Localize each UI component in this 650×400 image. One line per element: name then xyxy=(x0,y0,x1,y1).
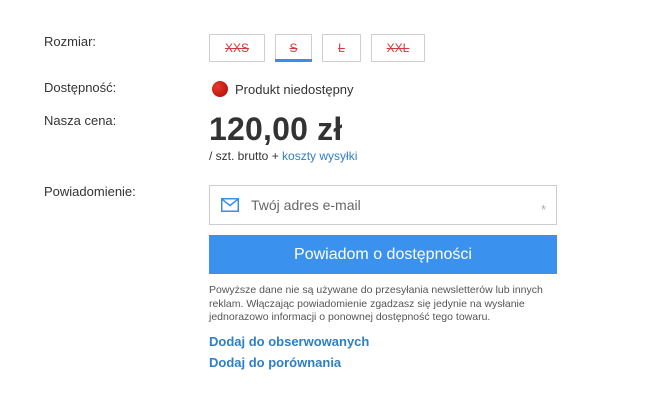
availability-status: Produkt niedostępny xyxy=(212,81,354,97)
notification-label: Powiadomienie: xyxy=(44,184,136,199)
size-option-xxs[interactable]: XXS xyxy=(209,34,265,62)
add-to-compare-link[interactable]: Dodaj do porównania xyxy=(209,355,341,370)
size-option-l[interactable]: L xyxy=(322,34,361,62)
envelope-icon xyxy=(221,198,239,212)
add-to-observed-link[interactable]: Dodaj do obserwowanych xyxy=(209,334,369,349)
price-unit-text: / szt. brutto + xyxy=(209,149,283,163)
availability-label: Dostępność: xyxy=(44,80,117,95)
required-asterisk: * xyxy=(540,202,546,217)
size-selector: XXS S L XXL xyxy=(209,34,435,62)
notify-availability-button[interactable]: Powiadom o dostępności xyxy=(209,235,557,274)
unavailable-status-icon xyxy=(212,81,228,97)
email-field[interactable]: * xyxy=(209,185,557,225)
shipping-cost-link[interactable]: koszty wysyłki xyxy=(282,149,357,163)
price-details: / szt. brutto + koszty wysyłki xyxy=(209,149,357,163)
size-option-xxl[interactable]: XXL xyxy=(371,34,425,62)
notification-disclaimer: Powyższe dane nie są używane do przesyła… xyxy=(209,284,543,323)
price-value: 120,00 zł xyxy=(209,111,343,147)
size-label: Rozmiar: xyxy=(44,34,97,49)
size-option-s[interactable]: S xyxy=(275,34,312,62)
email-input[interactable] xyxy=(251,197,521,213)
availability-text: Produkt niedostępny xyxy=(235,81,354,97)
price-label: Nasza cena: xyxy=(44,113,117,128)
